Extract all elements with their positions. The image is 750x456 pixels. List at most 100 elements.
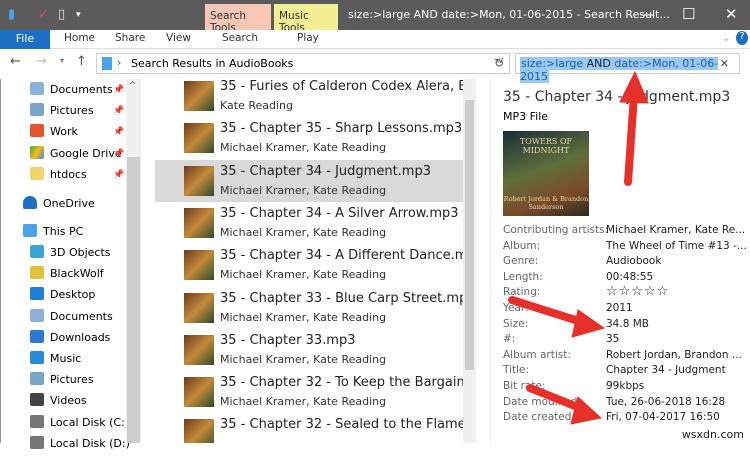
property-label: #: (503, 333, 516, 346)
pin-icon[interactable]: 📌 (113, 127, 124, 137)
file-row[interactable]: 35 - Chapter 32 - To Keep the Bargain. Mi… (155, 371, 465, 413)
preview-title: 35 - Chapter 34 - Judgment.mp3 (503, 89, 731, 105)
property-value: The Wheel of Time #13 -... (606, 239, 747, 252)
nav-item-music[interactable]: Music (30, 351, 81, 371)
blackwolf-icon (30, 266, 44, 280)
help-button[interactable]: ? (736, 31, 748, 45)
file-name: 35 - Chapter 34 - A Different Dance.m (220, 248, 465, 264)
recent-locations-icon[interactable]: ▾ (60, 56, 64, 65)
customize-toolbar-icon[interactable]: ▾ (76, 10, 81, 20)
property-label: Size: (503, 317, 529, 330)
nav-scrollbar-thumb[interactable] (127, 157, 140, 443)
back-icon[interactable]: ← (10, 54, 21, 69)
nav-item-local-disk-d[interactable]: Local Disk (D:) (30, 435, 130, 456)
expand-ribbon-icon[interactable]: ⌄ (722, 32, 731, 44)
maximize-button[interactable]: ☐ (682, 5, 695, 23)
file-name: 35 - Chapter 33.mp3 (220, 332, 356, 348)
pin-icon[interactable]: 📌 (113, 149, 124, 159)
property-label: Date created: (503, 411, 575, 424)
nav-item-blackwolf[interactable]: BlackWolf (30, 266, 104, 286)
pin-icon[interactable]: 📌 (113, 106, 124, 116)
file-row[interactable]: 35 - Chapter 34 - A Silver Arrow.mp3 Mich… (155, 202, 463, 244)
search-input[interactable]: size:>large AND date:>Mon, 01-06-2015 ✕ (515, 53, 740, 83)
file-row[interactable]: 35 - Chapter 34 - A Different Dance.m Mic… (155, 244, 465, 286)
videos-icon (30, 393, 44, 407)
local-disk-d-icon (30, 435, 44, 449)
pin-icon[interactable]: 📌 (113, 170, 124, 180)
property-row: Year: 2011 (503, 302, 748, 318)
title-bar: ▮ ✓ ▯ ▾ Search Tools Music Tools size:>l… (0, 0, 750, 34)
nav-item-pictures-quick[interactable]: Pictures (30, 103, 94, 123)
nav-item-onedrive[interactable]: OneDrive (23, 196, 95, 216)
property-row: Rating: ☆☆☆☆☆ (503, 285, 748, 302)
file-row[interactable]: 35 - Chapter 32 - Sealed to the Flame. (155, 413, 465, 443)
property-value: 34.8 MB (606, 317, 649, 330)
nav-item-downloads[interactable]: Downloads (30, 329, 110, 350)
file-row[interactable]: 35 - Chapter 34 - Judgment.mp3 Michael Kr… (155, 159, 463, 202)
property-label: Title: (503, 364, 530, 377)
properties-icon[interactable]: ✓ (38, 7, 49, 22)
documents-icon (30, 82, 44, 95)
nav-item-google-drive[interactable]: Google Drive (30, 146, 122, 166)
nav-item-this-pc[interactable]: This PC (23, 224, 83, 244)
close-button[interactable]: ✕ (725, 5, 738, 23)
file-row[interactable]: 35 - Chapter 35 - Sharp Lessons.mp3 Micha… (155, 117, 463, 159)
tab-view[interactable]: View (166, 32, 191, 44)
file-name: 35 - Chapter 34 - A Silver Arrow.mp3 (220, 205, 459, 221)
file-artist: Kate Reading (220, 99, 293, 112)
tab-play[interactable]: Play (297, 32, 319, 44)
nav-item-pictures[interactable]: Pictures (30, 372, 94, 392)
file-artist: Michael Kramer, Kate Reading (220, 395, 387, 409)
tab-share[interactable]: Share (115, 32, 145, 44)
nav-item-local-disk-c[interactable]: Local Disk (C:) (30, 414, 129, 435)
navigation-pane: Documents 📌 Pictures 📌 Work 📌 Google Dri… (0, 79, 141, 450)
nav-item-work[interactable]: Work (30, 124, 78, 144)
nav-item-documents-quick[interactable]: Documents (30, 82, 113, 102)
clear-search-icon[interactable]: ✕ (720, 57, 729, 70)
file-artist: Michael Kramer, Kate Reading (220, 310, 387, 324)
file-artist: Michael Kramer, Kate Reading (220, 268, 387, 282)
new-folder-icon[interactable]: ▯ (58, 7, 65, 22)
address-input[interactable]: › Search Results in AudioBooks ∨ (96, 53, 510, 74)
nav-item-desktop[interactable]: Desktop (30, 287, 95, 307)
minimize-button[interactable]: — (640, 5, 655, 23)
property-label: Album artist: (503, 348, 571, 361)
local-disk-c-icon (30, 414, 44, 428)
album-art-thumbnail (184, 123, 214, 154)
tab-search[interactable]: Search (222, 32, 258, 44)
context-tab-music-tools: Music Tools (274, 4, 338, 34)
nav-item-htdocs[interactable]: htdocs (30, 167, 87, 187)
nav-item-videos[interactable]: Videos (30, 393, 87, 413)
album-art-thumbnail (184, 165, 214, 196)
up-icon[interactable]: ↑ (76, 54, 87, 69)
file-row[interactable]: 35 - Chapter 33.mp3 Michael Kramer, Kate … (155, 329, 463, 371)
details-pane: 35 - Chapter 34 - Judgment.mp3 MP3 File … (490, 79, 750, 443)
tab-home[interactable]: Home (64, 32, 95, 44)
file-row[interactable]: 35 - Chapter 33 - Blue Carp Street.mp3 Mi… (155, 287, 465, 329)
work-icon (30, 124, 44, 137)
music-icon (30, 351, 44, 364)
scroll-up-icon[interactable]: ^ (129, 81, 137, 91)
search-results-icon (102, 57, 112, 70)
album-art-thumbnail (184, 292, 214, 323)
computer-icon (23, 224, 37, 237)
album-art-thumbnail (184, 81, 214, 111)
refresh-icon[interactable]: ↻ (494, 56, 504, 70)
rating-stars[interactable]: ☆☆☆☆☆ (606, 285, 669, 298)
desktop-icon (30, 287, 44, 301)
google-drive-icon (30, 146, 44, 159)
property-value: Robert Jordan, Brandon ... (606, 348, 742, 361)
nav-item-3d-objects[interactable]: 3D Objects (30, 245, 111, 265)
watermark: wsxdn.com (681, 428, 744, 441)
property-value: Fri, 07-04-2017 16:50 (606, 411, 720, 424)
property-value: Audiobook (606, 255, 662, 268)
window-title: size:>large AND date:>Mon, 01-06-2015 - … (348, 8, 670, 21)
file-row[interactable]: 35 - Furies of Calderon Codex Alera, B..… (155, 79, 465, 117)
forward-icon[interactable]: → (36, 54, 47, 69)
tab-file[interactable]: File (0, 30, 50, 49)
pin-icon[interactable]: 📌 (113, 85, 124, 95)
onedrive-icon (23, 196, 37, 209)
file-artist: Michael Kramer, Kate Reading (220, 141, 387, 155)
nav-item-documents[interactable]: Documents (30, 308, 113, 329)
file-list-scrollbar-thumb[interactable] (465, 100, 474, 370)
